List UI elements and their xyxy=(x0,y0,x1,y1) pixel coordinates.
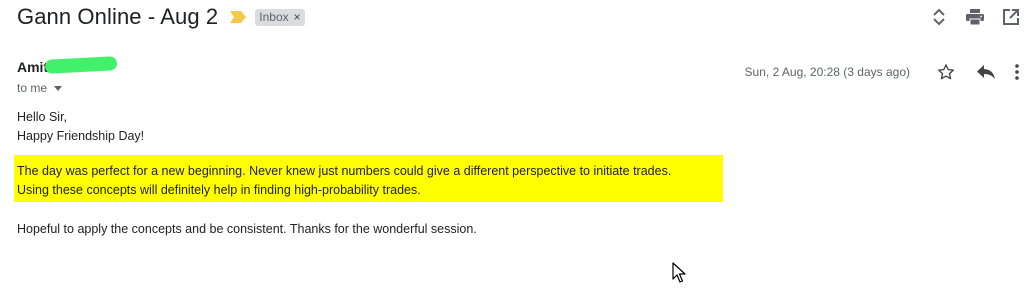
mouse-cursor-icon xyxy=(672,262,686,283)
expand-collapse-icon[interactable] xyxy=(921,5,957,29)
inbox-label-chip[interactable]: Inbox × xyxy=(255,8,305,26)
label-chip-text: Inbox xyxy=(259,9,289,24)
reply-icon[interactable] xyxy=(966,60,1006,84)
open-in-new-window-icon[interactable] xyxy=(993,5,1029,29)
greeting: Hello Sir, xyxy=(17,110,68,124)
message-body-intro: Hello Sir, Happy Friendship Day! xyxy=(17,108,144,146)
star-icon[interactable] xyxy=(926,60,966,84)
highlight-line-2: Using these concepts will definitely hel… xyxy=(17,183,421,197)
more-options-icon[interactable] xyxy=(1006,60,1028,84)
highlight-line-1: The day was perfect for a new beginning.… xyxy=(17,164,672,178)
recipient-line[interactable]: to me xyxy=(17,81,63,95)
wish-line: Happy Friendship Day! xyxy=(17,129,145,143)
subject-row: Gann Online - Aug 2 Inbox × xyxy=(17,4,305,30)
highlighted-paragraph: The day was perfect for a new beginning.… xyxy=(17,162,671,200)
recipient-text: to me xyxy=(17,81,48,95)
print-icon[interactable] xyxy=(957,5,993,29)
message-meta: Sun, 2 Aug, 20:28 (3 days ago) xyxy=(745,60,1028,84)
sender-block: Amit to me xyxy=(17,56,118,95)
email-subject: Gann Online - Aug 2 xyxy=(17,4,219,29)
thread-toolbar xyxy=(921,5,1029,29)
chevron-down-icon[interactable] xyxy=(54,86,63,91)
importance-marker-icon[interactable] xyxy=(230,11,247,23)
message-date: Sun, 2 Aug, 20:28 (3 days ago) xyxy=(744,65,910,79)
remove-label-button[interactable]: × xyxy=(294,10,301,24)
redaction-mark xyxy=(44,56,118,74)
closing-line: Hopeful to apply the concepts and be con… xyxy=(17,222,477,236)
sender-name[interactable]: Amit xyxy=(17,56,118,75)
